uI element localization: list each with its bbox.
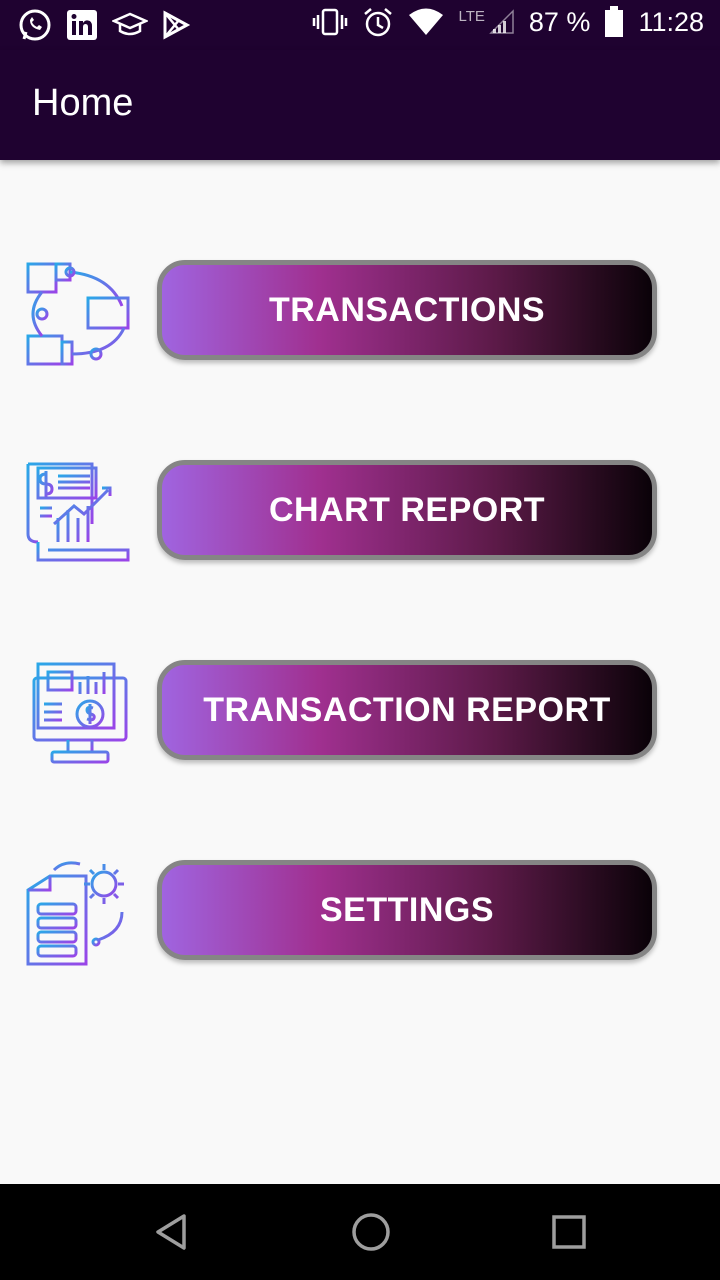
menu-row-settings: SETTINGS	[0, 860, 720, 980]
app-bar: Home	[0, 50, 720, 160]
transactions-flow-icon	[26, 262, 130, 366]
alarm-icon	[364, 8, 393, 37]
network-type: LTE	[458, 8, 485, 25]
menu-row-transactions: TRANSACTIONS	[0, 260, 720, 380]
navigation-bar	[0, 1184, 720, 1280]
transactions-button[interactable]: TRANSACTIONS	[157, 260, 657, 360]
notification-icons	[18, 8, 190, 42]
page-title: Home	[32, 82, 134, 124]
monitor-report-icon	[32, 662, 128, 764]
menu-row-transaction-report: TRANSACTION REPORT	[0, 660, 720, 780]
recents-icon	[552, 1215, 586, 1249]
transaction-report-button[interactable]: TRANSACTION REPORT	[157, 660, 657, 760]
back-icon	[156, 1214, 186, 1250]
system-status: LTE 87 % 11:28	[312, 6, 704, 38]
whatsapp-icon	[19, 9, 51, 41]
wifi-icon	[409, 8, 444, 35]
linkedin-icon	[67, 10, 97, 40]
menu-row-chart-report: CHART REPORT	[0, 460, 720, 580]
play-store-icon	[163, 10, 190, 40]
battery-icon	[605, 6, 624, 37]
settings-button[interactable]: SETTINGS	[157, 860, 657, 960]
home-button[interactable]	[341, 1204, 401, 1260]
graduation-cap-icon	[112, 12, 148, 36]
status-bar: LTE 87 % 11:28	[0, 0, 720, 50]
vibrate-icon	[313, 8, 348, 36]
chart-report-icon	[26, 462, 130, 562]
settings-document-icon	[26, 861, 124, 966]
clock: 11:28	[638, 6, 704, 37]
chart-report-button[interactable]: CHART REPORT	[157, 460, 657, 560]
home-menu: TRANSACTIONS CHART REPORT TRANSACTION RE…	[0, 160, 720, 1184]
battery-percent: 87 %	[528, 6, 591, 37]
back-button[interactable]	[142, 1204, 202, 1260]
signal-icon	[489, 9, 514, 34]
home-icon	[352, 1213, 390, 1251]
recents-button[interactable]	[539, 1204, 599, 1260]
